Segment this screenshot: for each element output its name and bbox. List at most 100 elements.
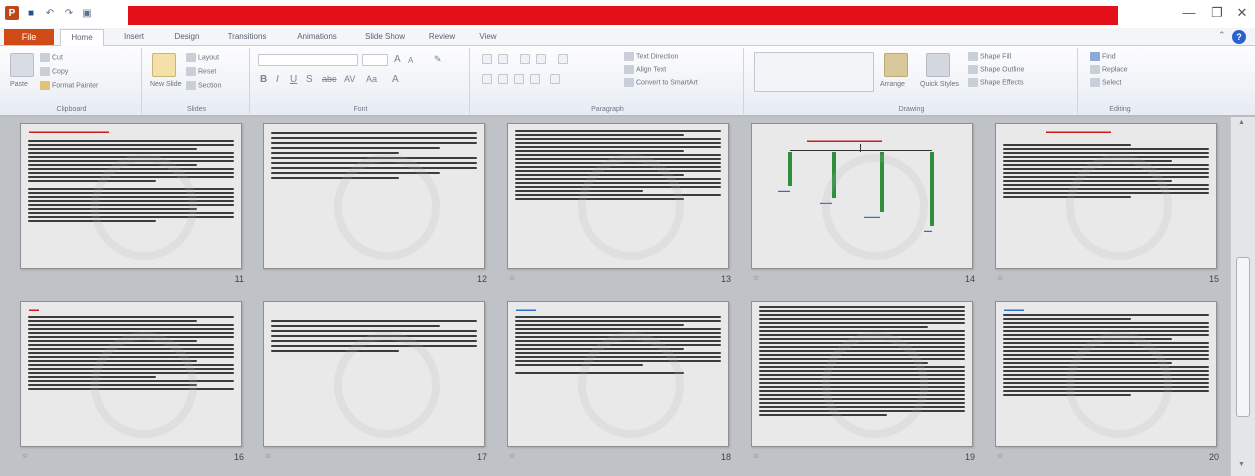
slide-number: 20: [1208, 452, 1219, 462]
shapes-gallery[interactable]: [754, 52, 874, 92]
font-name-box[interactable]: [258, 54, 358, 66]
numbering-icon[interactable]: [498, 54, 508, 64]
shape-effects-button[interactable]: Shape Effects: [968, 78, 1023, 87]
tab-transitions[interactable]: Transitions: [218, 29, 276, 45]
scroll-thumb[interactable]: [1236, 257, 1250, 417]
underline-icon[interactable]: U: [290, 74, 297, 85]
clear-formatting-icon[interactable]: ✎: [434, 54, 442, 65]
arrange-button[interactable]: Arrange: [880, 81, 905, 88]
justify-icon[interactable]: [530, 74, 540, 84]
paste-button[interactable]: Paste: [10, 81, 28, 88]
new-slide-button[interactable]: New Slide: [150, 81, 182, 88]
shadow-icon[interactable]: S: [306, 74, 313, 85]
window-title: [128, 6, 1118, 25]
transition-icon: ☆: [265, 453, 272, 460]
replace-icon: [1090, 65, 1100, 74]
cut-button[interactable]: Cut: [40, 53, 63, 62]
start-from-beginning-icon[interactable]: ▣: [80, 6, 94, 20]
scroll-down-arrow-icon[interactable]: ▼: [1238, 461, 1245, 468]
align-text-button[interactable]: Align Text: [624, 65, 666, 74]
slide-thumbnail[interactable]: 19 ☆: [751, 301, 981, 462]
tab-review[interactable]: Review: [422, 29, 462, 45]
text-direction-button[interactable]: Text Direction: [624, 52, 678, 61]
slides-group-label: Slides: [186, 106, 207, 113]
tab-slide-show[interactable]: Slide Show: [358, 29, 412, 45]
slide-title: ▬▬▬▬: [516, 307, 536, 313]
tab-view[interactable]: View: [470, 29, 506, 45]
slide-preview: ▬▬▬▬▬▬▬▬▬▬▬▬▬▬▬▬: [20, 123, 242, 269]
find-button[interactable]: Find: [1090, 52, 1116, 61]
slide-title: ▬▬▬▬▬▬▬▬▬▬▬▬▬▬▬▬: [29, 129, 109, 135]
font-color-icon[interactable]: A: [392, 74, 399, 85]
decrease-indent-icon[interactable]: [520, 54, 530, 64]
convert-smartart-button[interactable]: Convert to SmartArt: [624, 78, 698, 87]
drawing-group: Arrange Quick Styles Shape Fill Shape Ou…: [746, 48, 1078, 114]
slide-thumbnail[interactable]: 12: [263, 123, 493, 284]
slides-group: New Slide Layout Reset Section Slides: [144, 48, 250, 114]
tab-file[interactable]: File: [4, 29, 54, 45]
reset-icon: [186, 67, 196, 76]
minimize-button[interactable]: —: [1176, 4, 1202, 22]
italic-icon[interactable]: I: [276, 74, 279, 85]
save-icon[interactable]: ■: [24, 6, 38, 20]
section-button[interactable]: Section: [186, 81, 221, 90]
tab-design[interactable]: Design: [166, 29, 208, 45]
line-spacing-icon[interactable]: [558, 54, 568, 64]
increase-indent-icon[interactable]: [536, 54, 546, 64]
diagram-bar: [788, 152, 792, 186]
slide-title: ▬▬▬▬▬▬▬▬▬▬▬▬▬: [1046, 129, 1111, 135]
slide-title: ▬▬: [29, 307, 39, 313]
slide-thumbnail[interactable]: ▬▬▬▬▬▬▬▬▬▬▬▬▬▬▬ ▬▬▬ ▬▬▬ ▬▬▬▬ ▬▬ 14 ☆: [751, 123, 981, 284]
brush-icon: [40, 81, 50, 90]
slide-thumbnail[interactable]: ▬▬▬▬ 18 ☆: [507, 301, 737, 462]
slide-thumbnail[interactable]: ▬▬▬▬▬▬▬▬▬▬▬▬▬ 15 ☆: [995, 123, 1225, 284]
center-icon[interactable]: [498, 74, 508, 84]
tab-insert[interactable]: Insert: [114, 29, 154, 45]
diagram-bar: [880, 152, 884, 212]
slide-thumbnail[interactable]: ▬▬ 16 ☆: [20, 301, 250, 462]
slide-thumbnail[interactable]: 17 ☆: [263, 301, 493, 462]
reset-button[interactable]: Reset: [186, 67, 216, 76]
shape-outline-button[interactable]: Shape Outline: [968, 65, 1024, 74]
undo-icon[interactable]: ↶: [43, 6, 57, 20]
scroll-up-arrow-icon[interactable]: ▲: [1238, 119, 1245, 126]
diagram-connector: [860, 144, 861, 152]
diagram-connector: [790, 150, 932, 151]
tab-home[interactable]: Home: [60, 29, 104, 47]
font-size-box[interactable]: [362, 54, 388, 66]
format-painter-button[interactable]: Format Painter: [40, 81, 98, 90]
slide-preview: ▬▬▬▬: [995, 301, 1217, 447]
slide-thumbnail[interactable]: ▬▬▬▬▬▬▬▬▬▬▬▬▬▬▬▬ 11: [20, 123, 250, 284]
shrink-font-icon[interactable]: A: [408, 56, 413, 65]
editing-group: Find Replace Select Editing: [1080, 48, 1160, 114]
layout-button[interactable]: Layout: [186, 53, 219, 62]
clipboard-group-label: Clipboard: [56, 106, 87, 113]
redo-icon[interactable]: ↷: [62, 6, 76, 20]
diagram-label: ▬▬: [924, 228, 932, 233]
character-spacing-icon[interactable]: AV: [344, 74, 355, 84]
bold-icon[interactable]: B: [260, 74, 267, 85]
quick-styles-button[interactable]: Quick Styles: [920, 81, 959, 88]
slide-thumbnail[interactable]: 13 ☆: [507, 123, 737, 284]
change-case-icon[interactable]: Aa: [366, 74, 377, 84]
powerpoint-logo-icon[interactable]: P: [5, 6, 19, 20]
ribbon-minimize-icon[interactable]: ⌃: [1218, 30, 1226, 41]
replace-button[interactable]: Replace: [1090, 65, 1128, 74]
align-right-icon[interactable]: [514, 74, 524, 84]
align-left-icon[interactable]: [482, 74, 492, 84]
shape-fill-button[interactable]: Shape Fill: [968, 52, 1011, 61]
help-icon[interactable]: ?: [1232, 30, 1246, 44]
slide-number: 16: [233, 452, 244, 462]
tab-animations[interactable]: Animations: [288, 29, 346, 45]
slide-thumbnail[interactable]: ▬▬▬▬ 20 ☆: [995, 301, 1225, 462]
strikethrough-icon[interactable]: abc: [322, 74, 337, 84]
copy-button[interactable]: Copy: [40, 67, 68, 76]
vertical-scrollbar[interactable]: ▲ ▼: [1230, 117, 1255, 476]
slide-preview: ▬▬▬▬▬▬▬▬▬▬▬▬▬: [995, 123, 1217, 269]
columns-icon[interactable]: [550, 74, 560, 84]
bullets-icon[interactable]: [482, 54, 492, 64]
grow-font-icon[interactable]: A: [394, 54, 401, 65]
close-button[interactable]: ✕: [1229, 4, 1255, 22]
select-button[interactable]: Select: [1090, 78, 1121, 87]
maximize-button[interactable]: ❐: [1204, 4, 1230, 22]
